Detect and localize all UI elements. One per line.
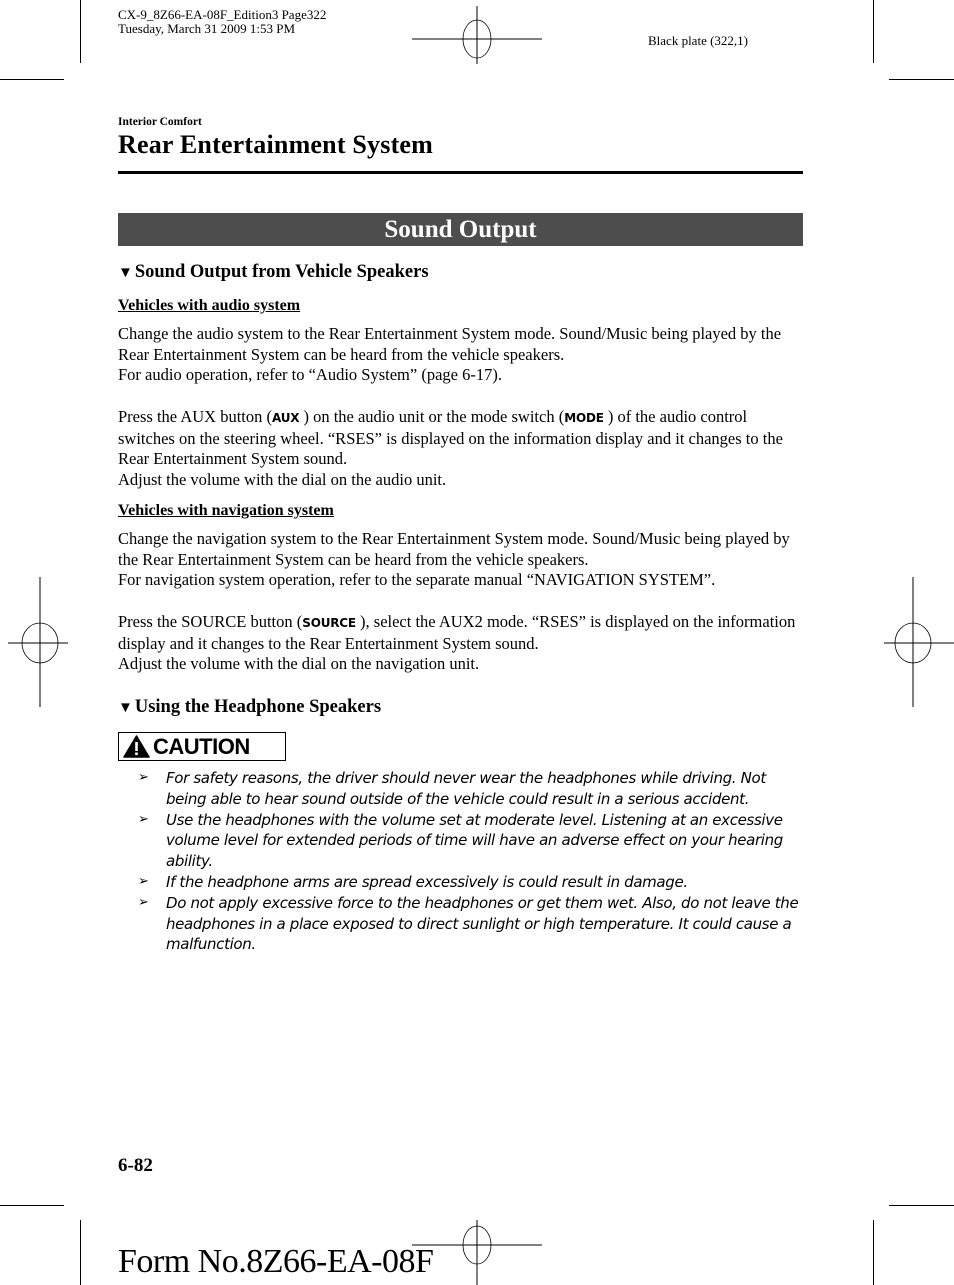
subheading-vehicle-speakers: ▼ Sound Output from Vehicle Speakers	[118, 262, 429, 283]
crop-mark	[873, 1220, 874, 1285]
arrow-bullet-icon: ➢	[138, 873, 149, 889]
aux-para-text: Press the AUX button (	[118, 407, 272, 426]
crop-mark	[80, 0, 81, 63]
page-number: 6-82	[118, 1155, 153, 1176]
title-rule	[118, 171, 803, 174]
mode-switch-glyph: MODE	[564, 411, 604, 425]
caution-label-box: CAUTION	[118, 732, 286, 761]
caution-item-text: Do not apply excessive force to the head…	[166, 893, 799, 954]
caution-item: ➢ Do not apply excessive force to the hea…	[118, 893, 808, 955]
nav-para-text: Change the navigation system to the Rear…	[118, 529, 790, 569]
print-file-line: CX-9_8Z66-EA-08F_Edition3 Page322	[118, 7, 327, 22]
crop-mark	[80, 1220, 81, 1285]
crop-mark	[889, 79, 954, 80]
arrow-bullet-icon: ➢	[138, 894, 149, 910]
crop-mark	[873, 0, 874, 63]
crop-mark	[889, 1205, 954, 1206]
triangle-marker-icon: ▼	[118, 265, 133, 281]
arrow-bullet-icon: ➢	[138, 770, 149, 785]
subheading-text: Using the Headphone Speakers	[134, 697, 382, 717]
source-para-text: Press the SOURCE button (	[118, 612, 303, 631]
source-button-glyph: SOURCE	[302, 616, 356, 630]
aux-button-glyph: AUX	[272, 411, 300, 425]
warning-triangle-icon	[123, 735, 150, 758]
aux-para-text: ) on the audio unit or the mode switch (	[299, 407, 565, 426]
caution-item-text: If the headphone arms are spread excessi…	[166, 872, 688, 891]
caution-item: ➢ Use the headphones with the volume set …	[118, 810, 808, 872]
section-label: Interior Comfort	[118, 116, 202, 128]
navigation-system-heading: Vehicles with navigation system	[118, 502, 334, 519]
print-header: CX-9_8Z66-EA-08F_Edition3 Page322 Tuesda…	[118, 8, 326, 36]
audio-system-paragraph: Change the audio system to the Rear Ente…	[118, 324, 808, 386]
form-number: Form No.8Z66-EA-08F	[118, 1243, 434, 1280]
page-title: Rear Entertainment System	[118, 130, 434, 159]
audio-para-reference: For audio operation, refer to “Audio Sys…	[118, 365, 502, 385]
print-date-line: Tuesday, March 31 2009 1:53 PM	[118, 21, 296, 36]
audio-system-heading: Vehicles with audio system	[118, 297, 301, 314]
registration-mark-icon	[412, 6, 542, 64]
caution-item: ➢ For safety reasons, the driver should n…	[118, 768, 808, 810]
navigation-system-paragraph: Change the navigation system to the Rear…	[118, 529, 808, 591]
registration-mark-icon	[884, 577, 954, 707]
arrow-bullet-icon: ➢	[138, 811, 149, 827]
caution-item-text: For safety reasons, the driver should ne…	[166, 769, 766, 808]
caution-label: CAUTION	[153, 733, 250, 759]
aux-button-paragraph: Press the AUX button (AUX ) on the audio…	[118, 407, 808, 491]
registration-mark-icon	[8, 577, 68, 707]
plate-label: Black plate (322,1)	[648, 33, 748, 48]
caution-list: ➢ For safety reasons, the driver should n…	[118, 768, 808, 955]
nav-para-reference: For navigation system operation, refer t…	[118, 570, 716, 590]
caution-item: ➢ If the headphone arms are spread excess…	[118, 872, 808, 893]
aux-para-volume: Adjust the volume with the dial on the a…	[118, 470, 447, 490]
triangle-marker-icon: ▼	[118, 700, 133, 716]
subheading-text: Sound Output from Vehicle Speakers	[134, 262, 429, 282]
source-para-volume: Adjust the volume with the dial on the n…	[118, 654, 480, 674]
audio-para-text: Change the audio system to the Rear Ente…	[118, 324, 782, 364]
crop-mark	[0, 79, 64, 80]
source-button-paragraph: Press the SOURCE button (SOURCE ), selec…	[118, 612, 808, 675]
section-banner: Sound Output	[118, 213, 803, 246]
crop-mark	[0, 1205, 64, 1206]
subheading-headphone-speakers: ▼ Using the Headphone Speakers	[118, 697, 381, 718]
caution-item-text: Use the headphones with the volume set a…	[166, 810, 783, 871]
